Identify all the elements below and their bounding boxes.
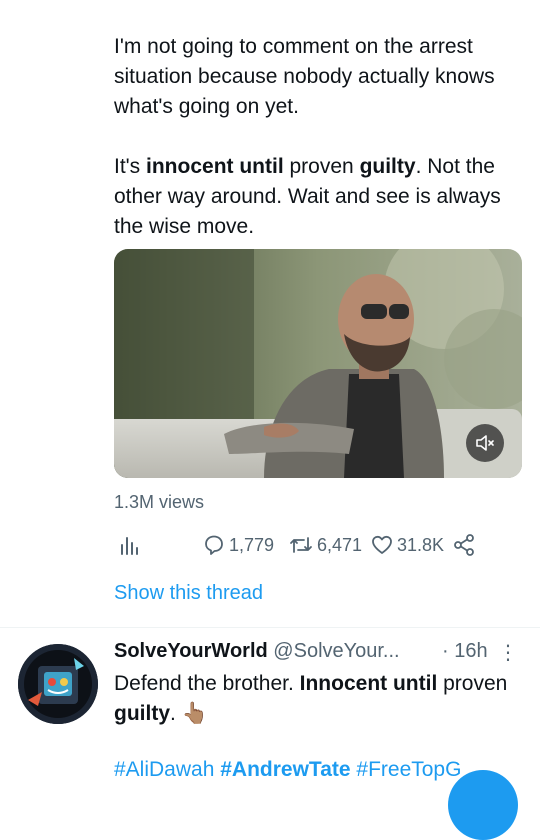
text-run: proven [437, 672, 508, 695]
tweet-paragraph-1: I'm not going to comment on the arrest s… [114, 35, 495, 118]
hashtag-link[interactable]: #AndrewTate [220, 758, 350, 781]
reply-author-name[interactable]: SolveYourWorld [114, 640, 268, 662]
like-count: 31.8K [397, 534, 445, 555]
like-button[interactable]: 31.8K [370, 530, 444, 560]
hashtag-link[interactable]: #AliDawah [114, 758, 214, 781]
retweet-count: 6,471 [317, 534, 363, 555]
reply-header: SolveYourWorld @SolveYour... · 16h ⋮ [114, 640, 524, 668]
show-thread-link[interactable]: Show this thread [114, 582, 263, 605]
analytics-button[interactable] [118, 530, 140, 560]
tweet-paragraph-2: It's innocent until proven guilty. Not t… [114, 152, 524, 242]
tweet-text: I'm not going to comment on the arrest s… [114, 32, 524, 242]
retweet-button[interactable]: 6,471 [288, 530, 362, 560]
reply-icon [205, 535, 223, 555]
video-player[interactable] [114, 249, 522, 478]
text-run: It's [114, 155, 147, 178]
bold-text-innocent: Innocent until [299, 672, 438, 695]
reply-button[interactable]: 1,779 [202, 530, 274, 560]
reply-timestamp[interactable]: · 16h [442, 640, 488, 663]
mute-button[interactable] [466, 424, 504, 462]
heart-icon [372, 535, 392, 554]
bold-text-guilty: guilty [114, 702, 170, 725]
avatar[interactable] [18, 644, 98, 724]
reply-count: 1,779 [229, 534, 275, 555]
text-run: Defend the brother. [114, 672, 300, 695]
compose-tweet-button[interactable] [448, 770, 518, 840]
text-run: . 👆🏽 [170, 702, 208, 725]
text-run: proven [283, 155, 360, 178]
more-options-icon[interactable]: ⋮ [498, 640, 518, 665]
reply-paragraph: Defend the brother. Innocent until prove… [114, 669, 524, 729]
reply-text: Defend the brother. Innocent until prove… [114, 669, 524, 729]
divider [0, 627, 540, 628]
bold-text-guilty: guilty [359, 155, 416, 178]
muted-speaker-icon [476, 435, 494, 451]
share-icon [454, 534, 474, 556]
retweet-icon [290, 537, 312, 553]
view-count: 1.3M views [114, 492, 205, 512]
bold-text-innocent: innocent until [146, 155, 284, 178]
analytics-icon [121, 537, 138, 555]
hashtag-link[interactable]: #FreeTopG [356, 758, 461, 781]
tweet-actions: 1,779 6,471 31.8K [114, 530, 534, 560]
video-frame [114, 249, 522, 478]
reply-author-handle[interactable]: @SolveYour... [273, 640, 399, 662]
avatar-image [18, 644, 98, 724]
share-button[interactable] [452, 530, 476, 560]
